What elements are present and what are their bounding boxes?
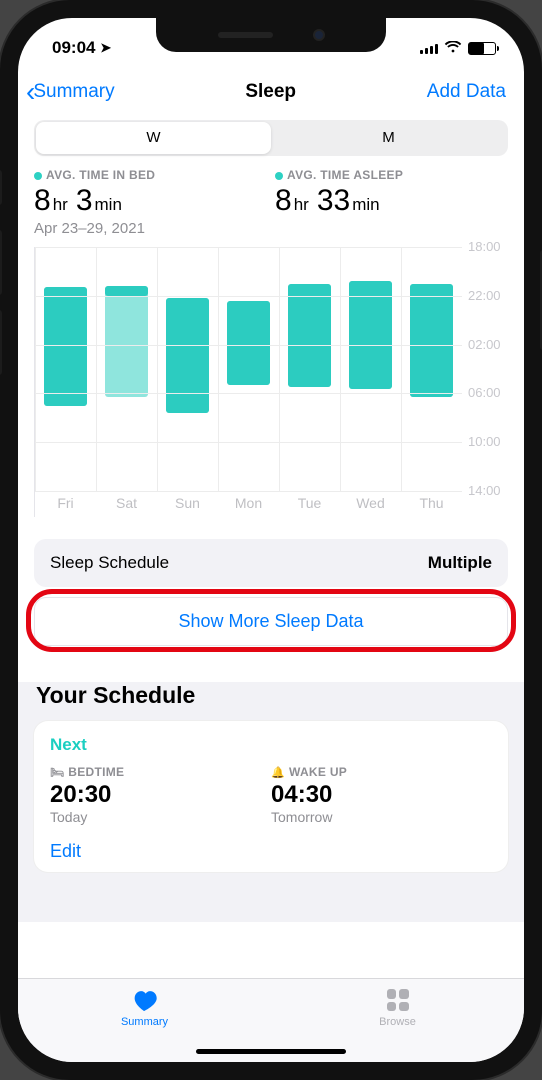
x-tick: Sat [96,495,157,517]
bedtime-label: BEDTIME [68,765,124,779]
next-schedule-card[interactable]: Next 🛏 BEDTIME 20:30 Today 🔔 WAKE UP 04:30… [34,721,508,872]
back-label: Summary [33,81,114,103]
battery-icon [468,42,496,55]
bedtime-value: 20:30 [50,781,271,809]
wakeup-label: WAKE UP [289,765,347,779]
range-segmented-control[interactable]: W M [34,120,508,156]
clock: 09:04 [52,38,95,57]
bar-asleep [105,286,149,296]
x-tick: Mon [218,495,279,517]
location-icon: ➤ [100,40,111,56]
y-tick: 18:00 [468,239,501,254]
bar-asleep [227,301,271,385]
add-data-button[interactable]: Add Data [427,81,506,103]
date-range: Apr 23–29, 2021 [34,220,267,237]
home-indicator[interactable] [196,1049,346,1054]
bar-asleep [44,287,88,405]
wifi-icon [444,38,462,58]
bar-asleep [410,284,454,397]
segment-week[interactable]: W [36,122,271,154]
your-schedule-header: Your Schedule [36,682,506,709]
y-tick: 02:00 [468,337,501,352]
bar-asleep [166,298,210,413]
summary-stats: AVG. TIME IN BED 8hr3min Apr 23–29, 2021… [34,168,508,237]
y-tick: 22:00 [468,288,501,303]
bell-icon: 🔔 [271,766,285,779]
bar-in-bed [105,286,149,397]
asleep-minutes: 33 [317,184,350,217]
tab-summary-label: Summary [18,1016,271,1028]
y-tick: 06:00 [468,385,501,400]
bed-minutes: 3 [76,184,93,217]
bed-icon: 🛏 [50,766,64,779]
next-label: Next [50,735,492,755]
show-more-sleep-data-button[interactable]: Show More Sleep Data [34,597,508,646]
cell-signal-icon [420,42,438,54]
wakeup-value: 04:30 [271,781,492,809]
grid-icon [387,989,409,1011]
y-tick: 14:00 [468,483,501,498]
nav-bar: ‹ Summary Sleep Add Data [18,68,524,116]
x-tick: Sun [157,495,218,517]
tab-browse-label: Browse [271,1016,524,1028]
bar-asleep [349,281,393,388]
wakeup-relative: Tomorrow [271,809,492,825]
time-in-bed-label: AVG. TIME IN BED [46,168,155,182]
x-tick: Fri [35,495,96,517]
y-tick: 10:00 [468,434,501,449]
heart-icon [133,989,157,1011]
dot-icon [34,172,42,180]
x-tick: Tue [279,495,340,517]
x-tick: Wed [340,495,401,517]
asleep-hours: 8 [275,184,292,217]
back-button[interactable]: ‹ Summary [26,78,115,106]
sleep-schedule-row[interactable]: Sleep Schedule Multiple [34,539,508,587]
bedtime-relative: Today [50,809,271,825]
sleep-schedule-value: Multiple [428,553,492,573]
page-title: Sleep [245,81,296,103]
dot-icon [275,172,283,180]
x-tick: Thu [401,495,462,517]
segment-month[interactable]: M [271,122,506,154]
time-asleep-label: AVG. TIME ASLEEP [287,168,403,182]
bar-asleep [288,284,332,388]
sleep-chart[interactable]: FriSatSunMonTueWedThu 18:0022:0002:0006:… [34,247,508,517]
edit-schedule-button[interactable]: Edit [50,841,492,862]
sleep-schedule-label: Sleep Schedule [50,553,169,573]
bed-hours: 8 [34,184,51,217]
